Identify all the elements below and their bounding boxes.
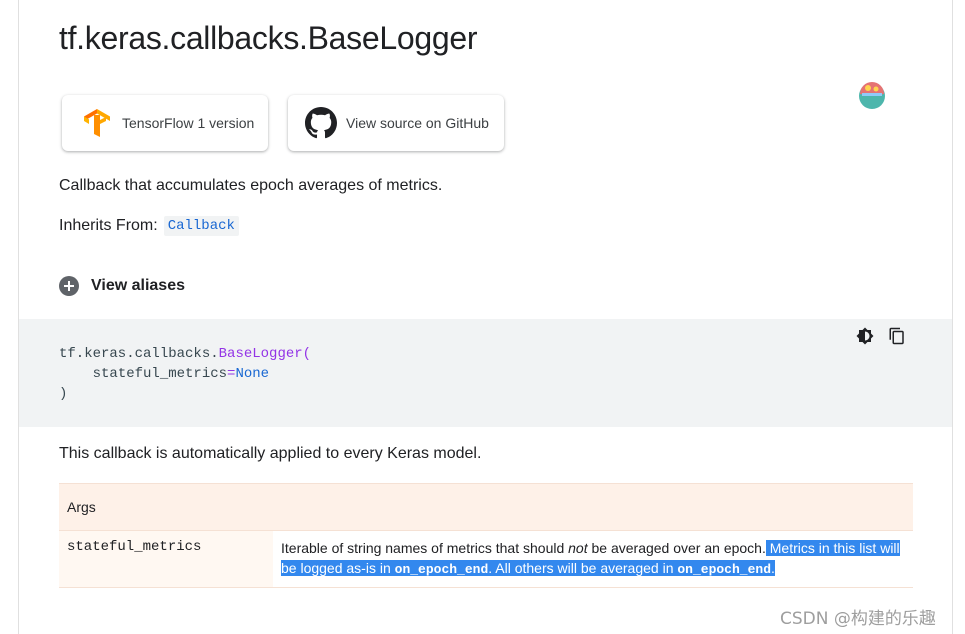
code-close-paren: ) <box>59 386 68 402</box>
args-table: Args stateful_metrics Iterable of string… <box>59 483 913 588</box>
tensorflow1-version-button[interactable]: TensorFlow 1 version <box>62 95 268 151</box>
arg-name-cell: stateful_metrics <box>59 531 273 587</box>
code-signature-block: tf.keras.callbacks.BaseLogger( stateful_… <box>19 319 952 427</box>
arg-desc-text-2: be averaged over an epoch. <box>587 540 766 556</box>
inherits-label: Inherits From: <box>59 217 158 234</box>
tensorflow-logo-icon <box>80 106 114 140</box>
code-prefix: tf.keras.callbacks. <box>59 346 219 362</box>
arg-description-cell: Iterable of string names of metrics that… <box>273 531 913 587</box>
class-description: Callback that accumulates epoch averages… <box>59 177 443 194</box>
selected-text-2: . All others will be averaged in <box>488 560 678 576</box>
view-source-github-label: View source on GitHub <box>346 115 489 131</box>
page-title: tf.keras.callbacks.BaseLogger <box>59 20 478 56</box>
arg-desc-emphasis: not <box>568 540 588 556</box>
view-aliases-label: View aliases <box>91 277 185 294</box>
table-row: stateful_metrics Iterable of string name… <box>59 531 913 588</box>
selected-text-3: . <box>771 560 775 576</box>
tensorflow1-version-label: TensorFlow 1 version <box>122 115 255 131</box>
auto-applied-note: This callback is automatically applied t… <box>59 445 482 462</box>
code-function-name: BaseLogger <box>218 346 303 362</box>
inherits-callback-link[interactable]: Callback <box>163 216 239 236</box>
user-avatar-icon[interactable] <box>857 80 887 110</box>
selected-code-1: on_epoch_end <box>394 562 489 577</box>
arg-desc-text: Iterable of string names of metrics that… <box>281 540 569 556</box>
code-param: stateful_metrics <box>92 366 228 382</box>
copy-icon[interactable] <box>888 327 906 345</box>
theme-toggle-icon[interactable] <box>856 327 874 345</box>
csdn-watermark: CSDN @构建的乐趣 <box>780 609 936 629</box>
page-right-border <box>952 0 953 634</box>
code-default-value: None <box>235 366 270 382</box>
view-source-github-button[interactable]: View source on GitHub <box>288 95 504 151</box>
plus-circle-icon <box>59 276 79 296</box>
github-icon <box>304 106 338 140</box>
selected-code-2: on_epoch_end <box>677 562 771 577</box>
view-aliases-toggle[interactable]: View aliases <box>59 276 185 296</box>
page-left-border <box>18 0 19 634</box>
code-lines: tf.keras.callbacks.BaseLogger( stateful_… <box>59 344 311 404</box>
inherits-from: Inherits From: Callback <box>59 216 239 236</box>
args-table-header: Args <box>59 483 913 531</box>
code-open-paren: ( <box>302 346 312 362</box>
